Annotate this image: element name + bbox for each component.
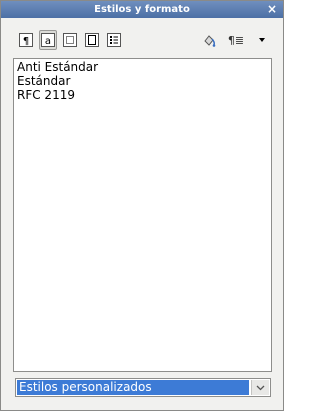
page-styles-icon	[85, 33, 99, 47]
style-family-toolbar: ¶ a ¶≣	[1, 18, 283, 58]
panel-title: Estilos y formato	[94, 4, 190, 15]
paragraph-styles-button[interactable]: ¶	[17, 30, 35, 50]
character-styles-icon: a	[41, 33, 55, 47]
list-styles-icon	[107, 33, 121, 47]
close-icon[interactable]: ×	[265, 1, 279, 18]
styles-and-formatting-panel: Estilos y formato × ¶ a ¶≣ Anti Estándar…	[0, 0, 284, 411]
page-styles-button[interactable]	[83, 30, 101, 50]
chevron-down-icon	[256, 385, 265, 390]
style-filter-select[interactable]: Estilos personalizados	[15, 378, 271, 397]
list-item[interactable]: Estándar	[14, 74, 271, 88]
fill-format-mode-icon	[204, 35, 216, 47]
list-item[interactable]: Anti Estándar	[14, 60, 271, 74]
list-styles-button[interactable]	[105, 30, 123, 50]
list-item[interactable]: RFC 2119	[14, 88, 271, 102]
styles-list[interactable]: Anti Estándar Estándar RFC 2119	[13, 58, 272, 372]
frame-styles-icon	[63, 33, 77, 47]
character-styles-button[interactable]: a	[39, 30, 57, 50]
fill-format-mode-button[interactable]	[201, 30, 219, 50]
style-filter-value: Estilos personalizados	[17, 380, 249, 395]
dropdown-arrow-icon	[259, 38, 265, 42]
toolbar-menu-button[interactable]	[253, 30, 271, 50]
panel-titlebar[interactable]: Estilos y formato ×	[1, 1, 283, 18]
svg-text:¶: ¶	[23, 36, 29, 47]
new-style-from-selection-button[interactable]: ¶≣	[225, 30, 247, 50]
svg-text:a: a	[45, 36, 51, 47]
filter-dropdown-button[interactable]	[251, 380, 269, 395]
new-style-from-selection-icon: ¶≣	[227, 33, 245, 47]
paragraph-styles-icon: ¶	[19, 33, 33, 47]
frame-styles-button[interactable]	[61, 30, 79, 50]
